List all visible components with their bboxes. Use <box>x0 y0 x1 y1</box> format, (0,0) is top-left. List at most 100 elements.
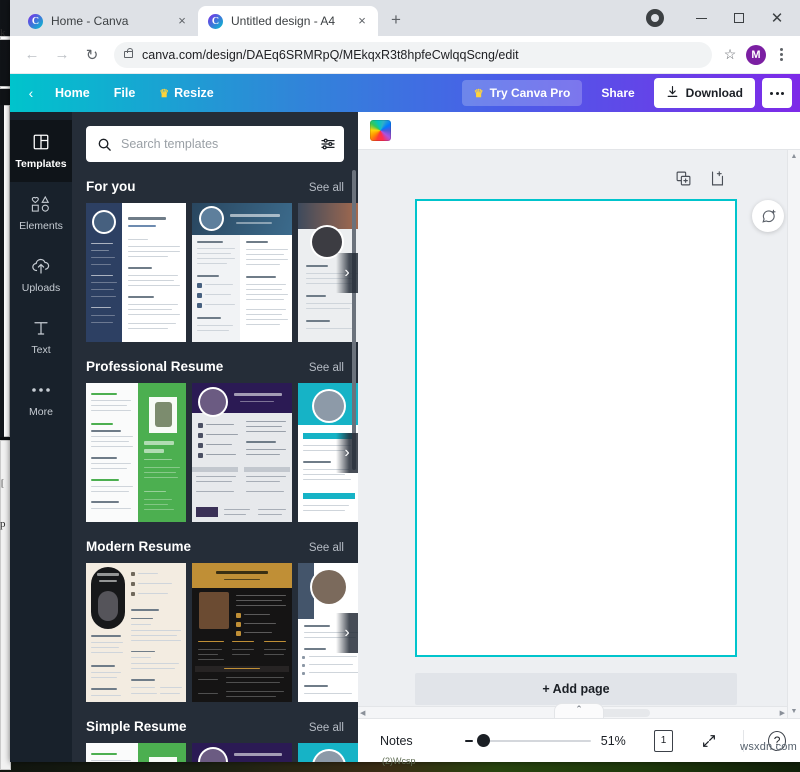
share-button[interactable]: Share <box>589 80 646 106</box>
panel-scrollbar[interactable] <box>352 170 356 470</box>
section-title: Simple Resume <box>86 719 187 734</box>
canva-app: ‹ Home File ♛ Resize ♛ Try Canva Pro Sha… <box>10 74 800 762</box>
forward-button[interactable]: → <box>48 41 76 69</box>
canvas-stage[interactable]: + Add page <box>358 150 800 718</box>
template-thumbnail[interactable] <box>86 203 186 342</box>
chrome-browser-window: C Home - Canva × C Untitled design - A4 … <box>10 0 800 762</box>
chrome-menu-icon[interactable] <box>770 43 792 67</box>
template-thumbnail[interactable] <box>86 383 186 522</box>
see-all-link[interactable]: See all <box>309 182 344 194</box>
sidebar-item-uploads[interactable]: Uploads <box>10 244 72 306</box>
notes-button[interactable]: Notes <box>372 728 421 754</box>
bookmark-star-icon[interactable]: ☆ <box>718 43 742 67</box>
rainbow-color-swatch[interactable] <box>370 120 391 141</box>
template-carousel: › <box>86 203 358 342</box>
carousel-next-button[interactable]: › <box>336 432 358 473</box>
address-bar-url: canva.com/design/DAEq6SRMRpQ/MEkqxR3t8hp… <box>142 47 519 62</box>
carousel-next-button[interactable]: › <box>336 252 358 293</box>
add-comment-icon[interactable] <box>752 200 784 232</box>
fullscreen-icon[interactable] <box>701 733 717 749</box>
reload-button[interactable]: ↻ <box>78 41 106 69</box>
template-carousel: › <box>86 563 358 702</box>
panel-expand-tab[interactable]: ⌃ <box>554 703 604 718</box>
canvas-vertical-scrollbar[interactable]: ▲ ▼ <box>787 150 800 718</box>
background-glyph-k: k <box>0 27 6 39</box>
download-label: Download <box>685 86 743 100</box>
browser-tab-home-canva[interactable]: C Home - Canva × <box>18 6 198 36</box>
duplicate-page-icon[interactable] <box>675 170 692 192</box>
section-simple-resume: Simple Resume See all <box>72 719 358 762</box>
scroll-left-icon[interactable]: ◀ <box>360 709 365 717</box>
try-canva-pro-button[interactable]: ♛ Try Canva Pro <box>461 80 583 106</box>
filter-sliders-icon[interactable] <box>320 136 336 152</box>
zoom-percentage: 51% <box>600 733 626 748</box>
see-all-link[interactable]: See all <box>309 542 344 554</box>
template-thumbnail[interactable] <box>192 563 292 702</box>
sidebar-item-elements[interactable]: Elements <box>10 182 72 244</box>
address-bar[interactable]: canva.com/design/DAEq6SRMRpQ/MEkqxR3t8hp… <box>114 41 712 68</box>
back-button[interactable]: ← <box>18 41 46 69</box>
add-page-icon[interactable] <box>709 170 726 192</box>
zoom-out-icon[interactable] <box>464 739 473 742</box>
tab-search-icon[interactable] <box>646 9 664 27</box>
scroll-right-icon[interactable]: ▶ <box>780 709 785 717</box>
zoom-slider[interactable] <box>464 733 591 749</box>
see-all-link[interactable]: See all <box>309 722 344 734</box>
window-close-button[interactable]: ✕ <box>758 4 796 32</box>
crown-icon: ♛ <box>473 87 484 100</box>
browser-tab-untitled-design[interactable]: C Untitled design - A4 × <box>198 6 378 36</box>
topbar-resize-button[interactable]: ♛ Resize <box>148 81 224 105</box>
new-tab-button[interactable]: + <box>382 6 410 34</box>
page-count-button[interactable]: 1 <box>653 727 676 752</box>
sidebar-item-more[interactable]: More <box>10 368 72 430</box>
search-input[interactable] <box>121 137 311 151</box>
scroll-up-icon[interactable]: ▲ <box>791 153 798 160</box>
template-thumbnail[interactable] <box>192 743 292 762</box>
tab-close-icon[interactable]: × <box>174 13 190 29</box>
download-button[interactable]: Download <box>653 78 755 108</box>
template-preview <box>192 743 292 762</box>
template-thumbnail[interactable] <box>298 743 358 762</box>
template-preview <box>86 563 186 702</box>
tab-close-icon[interactable]: × <box>354 13 370 29</box>
sidebar-item-text[interactable]: Text <box>10 306 72 368</box>
design-page-canvas[interactable] <box>415 199 737 657</box>
template-preview <box>86 203 186 342</box>
lock-icon <box>124 48 133 58</box>
topbar-file-menu[interactable]: File <box>103 81 147 105</box>
sidebar-item-label: Text <box>31 343 51 356</box>
uploads-icon <box>31 257 51 276</box>
template-preview <box>86 383 186 522</box>
topbar-back-icon[interactable]: ‹ <box>20 81 42 105</box>
canva-favicon-icon: C <box>208 13 223 29</box>
canva-topbar-left: ‹ Home File ♛ Resize <box>20 81 225 105</box>
topbar-more-button[interactable] <box>762 78 792 108</box>
template-thumbnail[interactable] <box>86 563 186 702</box>
templates-icon <box>32 133 50 152</box>
tabstrip-right-controls: ✕ <box>646 0 800 36</box>
carousel-next-button[interactable]: › <box>336 612 358 653</box>
add-page-button[interactable]: + Add page <box>415 673 737 705</box>
zoom-track[interactable] <box>476 739 591 742</box>
sidebar-item-label: Templates <box>15 157 67 170</box>
editor-toolbar <box>358 112 800 150</box>
browser-profile-avatar[interactable]: M <box>746 44 766 65</box>
screen-root: k p [ C Home - Canva × C Untitled design… <box>0 0 800 772</box>
scroll-down-icon[interactable]: ▼ <box>791 708 798 715</box>
window-maximize-button[interactable] <box>720 4 758 32</box>
search-box[interactable] <box>86 126 344 162</box>
section-header: Simple Resume See all <box>86 719 358 734</box>
canva-body: Templates Elements Uploads Text More Sea… <box>10 112 800 762</box>
template-thumbnail[interactable] <box>192 383 292 522</box>
tab-title: Home - Canva <box>51 14 129 28</box>
zoom-knob[interactable] <box>476 734 490 747</box>
topbar-home-button[interactable]: Home <box>44 81 101 105</box>
template-thumbnail[interactable] <box>86 743 186 762</box>
template-thumbnail[interactable] <box>192 203 292 342</box>
canva-left-rail: Templates Elements Uploads Text More <box>10 112 72 762</box>
sidebar-item-templates[interactable]: Templates <box>10 120 72 182</box>
watermark: wsxdn.com <box>740 741 797 753</box>
section-modern-resume: Modern Resume See all › <box>72 539 358 702</box>
see-all-link[interactable]: See all <box>309 362 344 374</box>
window-minimize-button[interactable] <box>682 4 720 32</box>
